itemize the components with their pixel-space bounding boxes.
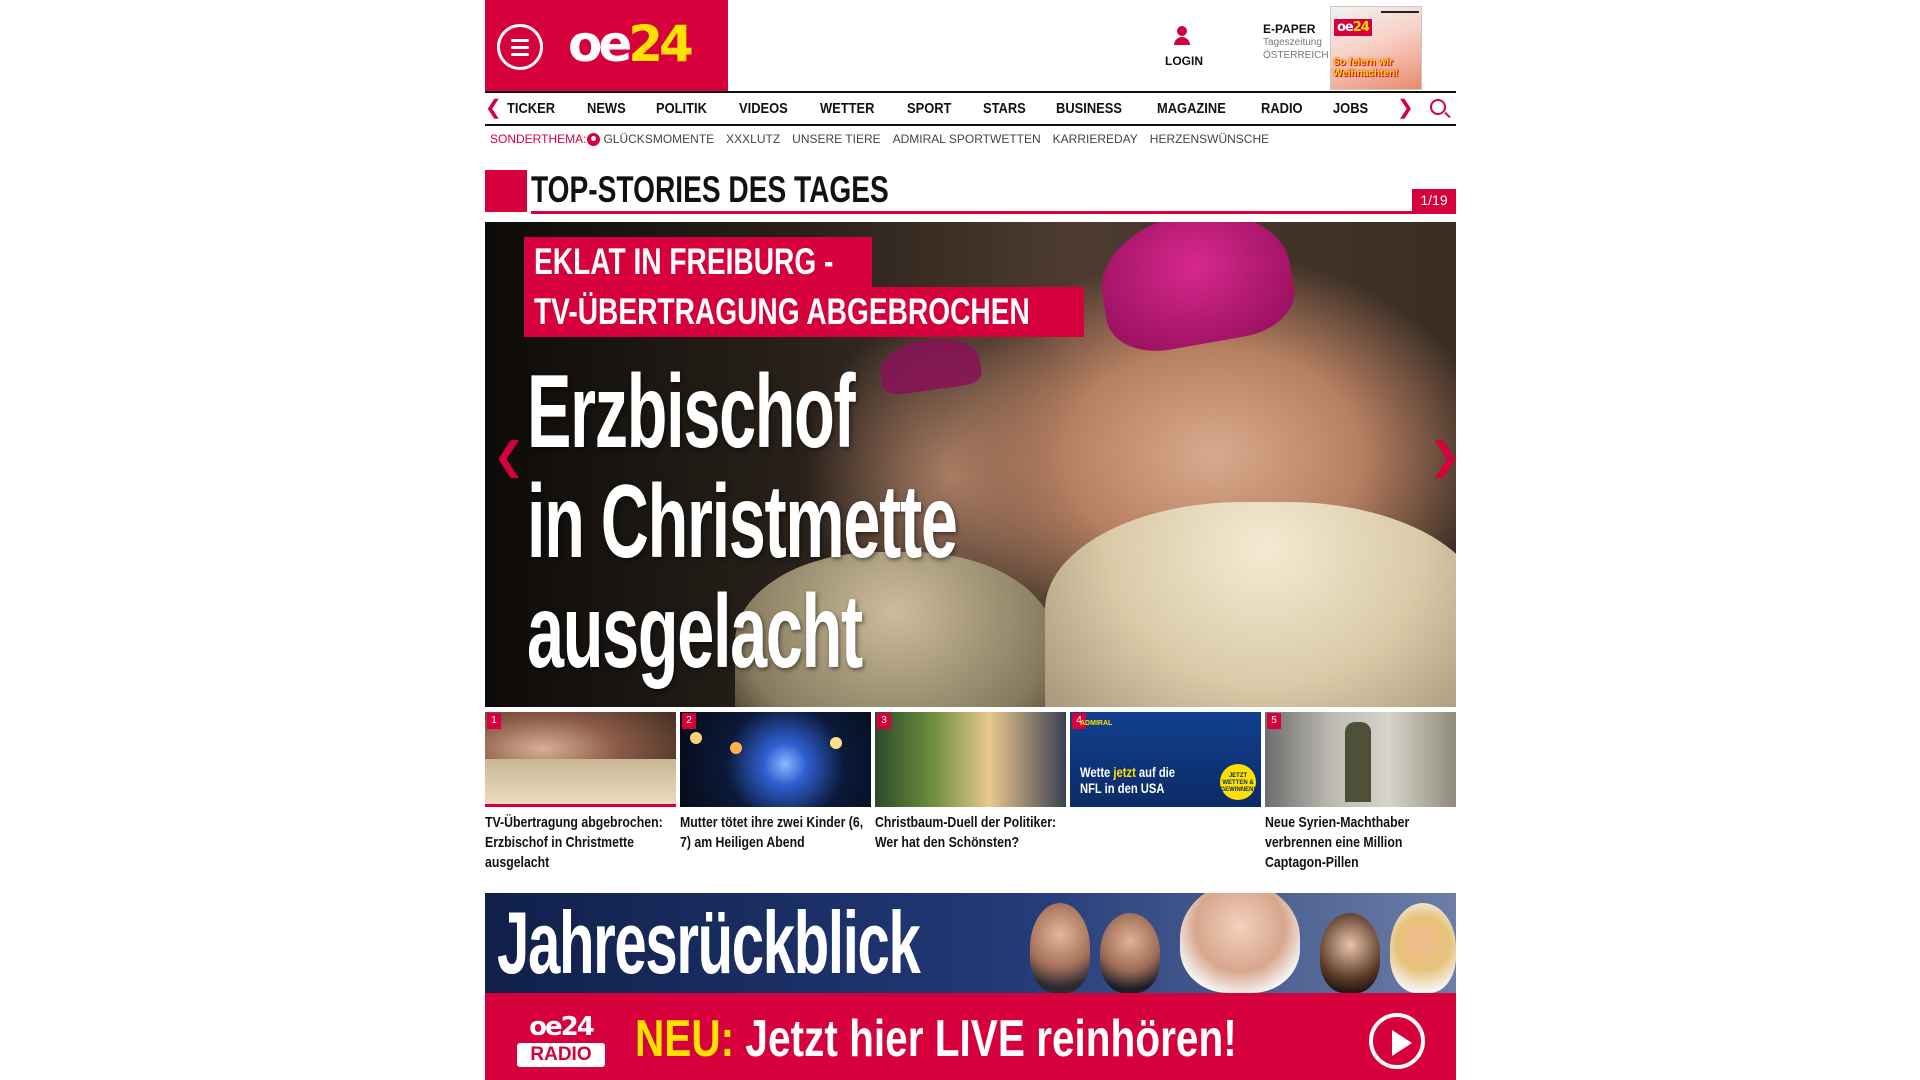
nav-item-stars[interactable]: STARS [983,100,1026,117]
banner-image [1030,893,1456,993]
thumbnail-caption: TV-Übertragung abgebrochen: Erzbischof i… [485,814,663,871]
cover-headline: So feiern wir Weihnachten! [1333,57,1399,79]
thumbnail-item[interactable]: 5 Neue Syrien-Machthaber verbrennen eine… [1265,712,1456,873]
thumbnail-number: 2 [682,713,696,729]
ad-brand: ADMIRAL [1080,720,1113,727]
thumbnail-number: 1 [487,713,501,729]
ad-badge: JETZT WETTEN & GEWINNEN! [1220,764,1256,800]
sonderthema-icon [587,132,601,146]
play-icon[interactable] [1369,1013,1425,1069]
hero-kicker: EKLAT IN FREIBURG - TV-ÜBERTRAGUNG ABGEB… [524,237,1084,337]
thumbnail-image: 5 [1265,712,1456,807]
page: oe24 LOGIN E-PAPER Tageszeitung ÖSTERREI… [485,0,1456,1080]
top-stories-header: TOP-STORIES DES TAGES 1/19 [485,168,1456,214]
menu-icon[interactable] [497,24,543,70]
subnav-item-karriereday[interactable]: KARRIEREDAY [1053,132,1138,146]
hero-image-figure [1045,502,1456,707]
epaper-subtitle: Tageszeitung [1263,37,1322,48]
section-divider [531,211,1456,214]
subnav-item-gluecksmomente[interactable]: GLÜCKSMOMENTE [603,132,714,146]
section-title: TOP-STORIES DES TAGES [531,169,889,210]
hero-headline[interactable]: Erzbischof in Christmette ausgelacht [527,354,958,690]
hero-headline-line-2: in Christmette [527,464,958,580]
story-thumbnails: 1 TV-Übertragung abgebrochen: Erzbischof… [485,712,1456,882]
slide-counter: 1/19 [1412,189,1456,211]
radio-logo: oe24 RADIO [515,1013,607,1073]
logo-area: oe24 [485,0,728,91]
nav-scroll-left-icon[interactable]: ❮ [485,96,502,120]
ad-image: 4 ADMIRAL Wette jetzt auf die NFL in den … [1070,712,1261,807]
main-nav: ❮ TICKER NEWS POLITIK VIDEOS WETTER SPOR… [485,91,1456,126]
epaper-link[interactable]: E-PAPER Tageszeitung ÖSTERREICH [1263,22,1329,62]
subnav-item-herzenswuensche[interactable]: HERZENSWÜNSCHE [1150,132,1269,146]
nav-item-business[interactable]: BUSINESS [1056,100,1122,117]
login-label: LOGIN [1165,54,1203,68]
thumbnail-number: 3 [877,713,891,729]
user-icon [1173,26,1191,48]
ad-thumbnail[interactable]: 4 ADMIRAL Wette jetzt auf die NFL in den … [1070,712,1261,813]
subnav-item-admiral-sportwetten[interactable]: ADMIRAL SPORTWETTEN [893,132,1041,146]
hero-headline-line-3: ausgelacht [527,574,863,690]
nav-item-ticker[interactable]: TICKER [507,100,555,117]
subnav-item-xxxlutz[interactable]: XXXLUTZ [726,132,780,146]
slider-next-icon[interactable]: ❯ [1429,437,1456,477]
hero-kicker-line-1: EKLAT IN FREIBURG - [524,237,872,287]
nav-item-jobs[interactable]: JOBS [1333,100,1368,117]
radio-live-bar[interactable]: oe24 RADIO NEU: Jetzt hier LIVE reinhöre… [485,993,1456,1080]
nav-item-wetter[interactable]: WETTER [820,100,874,117]
radio-logo-text: oe24 [529,1012,595,1042]
thumbnail-image: 1 [485,712,676,807]
thumbnail-item[interactable]: 1 TV-Übertragung abgebrochen: Erzbischof… [485,712,676,873]
site-logo[interactable]: oe24 [568,14,694,74]
thumbnail-caption: Mutter tötet ihre zwei Kinder (6, 7) am … [680,814,864,851]
slider-prev-icon[interactable]: ❮ [493,437,525,477]
thumbnail-caption: Christbaum-Duell der Politiker: Wer hat … [875,814,1057,851]
thumbnail-item[interactable]: 2 Mutter tötet ihre zwei Kinder (6, 7) a… [680,712,871,853]
thumbnail-caption: Neue Syrien-Machthaber verbrennen eine M… [1265,814,1410,871]
nav-item-radio[interactable]: RADIO [1261,100,1303,117]
login-button[interactable]: LOGIN [1165,26,1203,68]
nav-item-sport[interactable]: SPORT [907,100,951,117]
hero-story[interactable]: EKLAT IN FREIBURG - TV-ÜBERTRAGUNG ABGEB… [485,222,1456,707]
banner-title: Jahresrückblick [497,893,921,992]
hero-headline-line-1: Erzbischof [527,354,856,470]
section-marker [485,170,527,212]
nav-item-magazine[interactable]: MAGAZINE [1157,100,1226,117]
jahresrueckblick-banner[interactable]: Jahresrückblick oe24 RADIO NEU: Jetzt hi… [485,893,1456,1080]
thumbnail-image: 3 [875,712,1066,807]
epaper-edition: ÖSTERREICH [1263,50,1329,61]
radio-logo-label: RADIO [517,1043,605,1067]
epaper-cover-image[interactable]: oe24 So feiern wir Weihnachten! [1330,6,1422,90]
nav-scroll-right-icon[interactable]: ❯ [1397,96,1414,120]
thumbnail-item[interactable]: 3 Christbaum-Duell der Politiker: Wer ha… [875,712,1066,853]
subnav-label: SONDERTHEMA: [490,132,587,146]
site-header: oe24 LOGIN E-PAPER Tageszeitung ÖSTERREI… [485,0,1456,91]
subnav-item-unsere-tiere[interactable]: UNSERE TIERE [792,132,880,146]
ad-headline: Wette jetzt auf die NFL in den USA [1080,764,1176,796]
hero-kicker-line-2: TV-ÜBERTRAGUNG ABGEBROCHEN [524,287,1084,337]
sub-nav: SONDERTHEMA: GLÜCKSMOMENTE XXXLUTZ UNSER… [490,131,1281,147]
nav-items: TICKER NEWS POLITIK VIDEOS WETTER SPORT … [507,93,1398,124]
thumbnail-number: 5 [1267,713,1281,729]
search-icon[interactable] [1430,99,1446,115]
cover-teaser [1381,11,1419,13]
nav-item-politik[interactable]: POLITIK [656,100,707,117]
epaper-title: E-PAPER [1263,22,1316,36]
thumbnail-image: 2 [680,712,871,807]
nav-item-news[interactable]: NEWS [587,100,626,117]
cover-logo: oe24 [1334,19,1372,36]
radio-cta: NEU: Jetzt hier LIVE reinhören! [635,1010,1237,1068]
nav-item-videos[interactable]: VIDEOS [739,100,788,117]
